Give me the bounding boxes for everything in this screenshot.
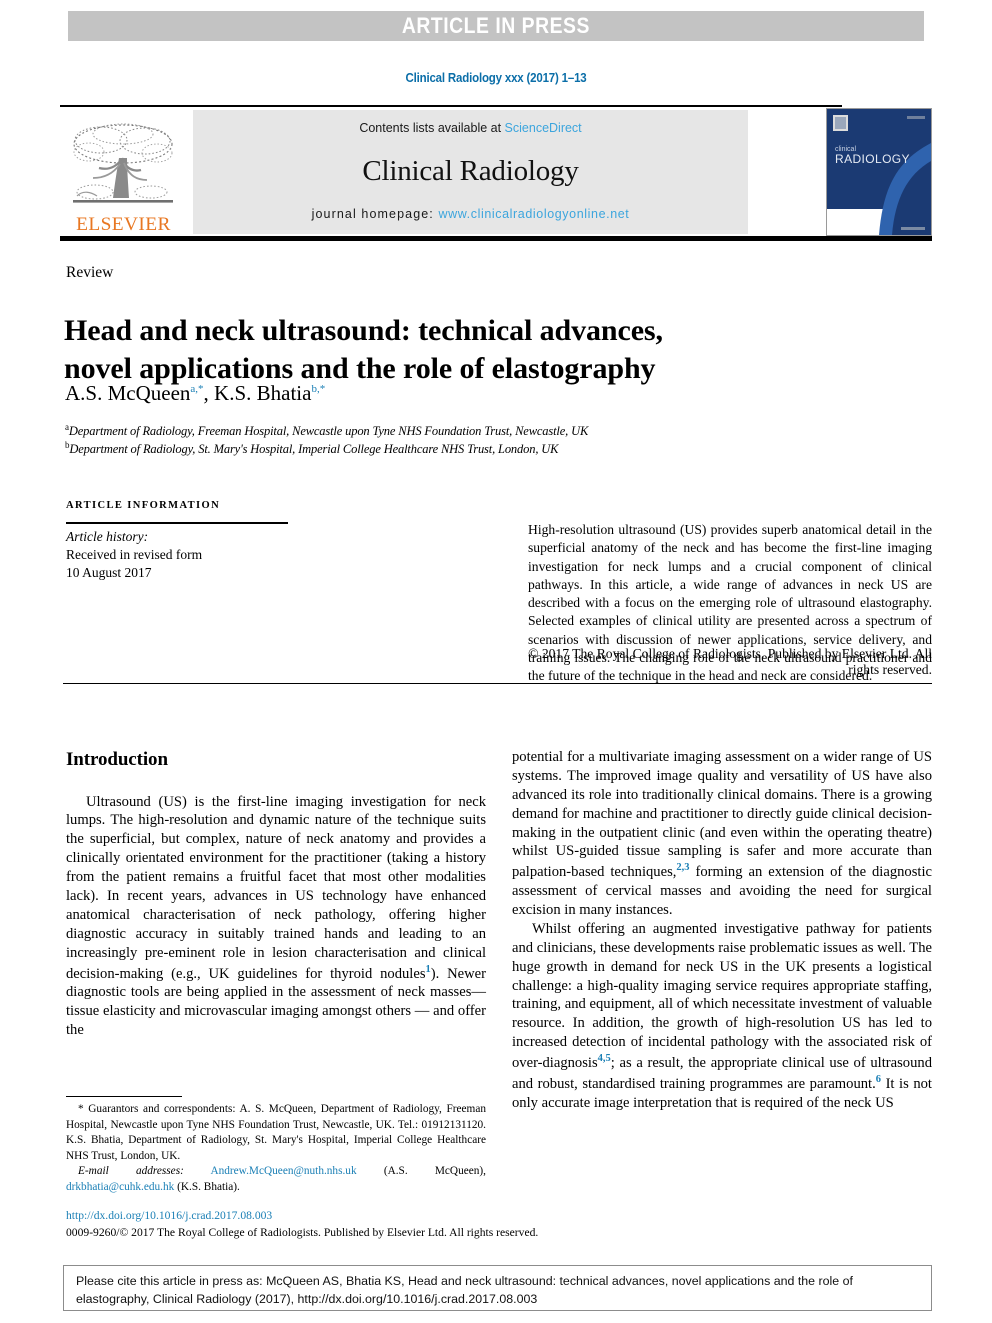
journal-homepage-line: journal homepage: www.clinicalradiologyo… bbox=[312, 207, 630, 221]
email-owner-bhatia: (K.S. Bhatia). bbox=[174, 1180, 240, 1193]
masthead-top-rule bbox=[60, 105, 842, 107]
paragraph-right-2: Whilst offering an augmented investigati… bbox=[512, 920, 932, 1113]
affiliation-a: aDepartment of Radiology, Freeman Hospit… bbox=[65, 422, 588, 439]
journal-masthead: ELSEVIER Contents lists available at Sci… bbox=[60, 105, 932, 241]
abstract-bottom-rule bbox=[63, 683, 932, 684]
contents-available-line: Contents lists available at ScienceDirec… bbox=[359, 121, 581, 135]
article-history-date: 10 August 2017 bbox=[66, 564, 152, 580]
doi-link[interactable]: http://dx.doi.org/10.1016/j.crad.2017.08… bbox=[66, 1209, 272, 1222]
footnote-rule bbox=[66, 1096, 182, 1097]
article-history-received: Received in revised form bbox=[66, 546, 203, 562]
email-owner-mcqueen: (A.S. McQueen), bbox=[356, 1165, 486, 1178]
paper-page: ARTICLE IN PRESS Clinical Radiology xxx … bbox=[0, 0, 992, 1323]
homepage-prefix: journal homepage: bbox=[311, 207, 439, 221]
paragraph-right-2-part-a: Whilst offering an augmented investigati… bbox=[512, 920, 932, 1071]
journal-title: Clinical Radiology bbox=[362, 154, 579, 187]
footnote-correspondence-text: Guarantors and correspondents: A. S. McQ… bbox=[66, 1103, 486, 1162]
contents-panel: Contents lists available at ScienceDirec… bbox=[193, 110, 748, 234]
journal-homepage-link[interactable]: www.clinicalradiologyonline.net bbox=[438, 207, 629, 221]
citation-ref-2-3[interactable]: 2,3 bbox=[676, 862, 689, 873]
paragraph-left-1: Ultrasound (US) is the first-line imagin… bbox=[66, 793, 486, 1040]
body-column-right: potential for a multivariate imaging ass… bbox=[512, 748, 932, 1113]
footnote-block: * Guarantors and correspondents: A. S. M… bbox=[66, 1102, 486, 1195]
elsevier-logo: ELSEVIER bbox=[60, 110, 186, 234]
article-history-label: Article history: bbox=[66, 529, 149, 544]
paragraph-right-1-part-a: potential for a multivariate imaging ass… bbox=[512, 749, 932, 881]
author-1-affiliation-marker[interactable]: a, bbox=[190, 383, 198, 395]
paragraph-right-1: potential for a multivariate imaging ass… bbox=[512, 748, 932, 920]
author-1-name: A.S. McQueen bbox=[65, 381, 191, 405]
author-separator: , bbox=[203, 381, 215, 405]
sciencedirect-link[interactable]: ScienceDirect bbox=[505, 121, 582, 135]
author-list: A.S. McQueena,*, K.S. Bhatiab,* bbox=[65, 381, 325, 406]
issn-copyright-line: 0009-9260/© 2017 The Royal College of Ra… bbox=[66, 1226, 539, 1239]
footnote-correspondence: * Guarantors and correspondents: A. S. M… bbox=[66, 1102, 486, 1164]
affiliation-b: bDepartment of Radiology, St. Mary's Hos… bbox=[65, 440, 559, 457]
cover-artwork: clinical RADIOLOGY bbox=[827, 109, 931, 235]
page-title: Head and neck ultrasound: technical adva… bbox=[64, 312, 764, 388]
article-information-rule bbox=[66, 522, 288, 524]
footnote-emails: E-mail addresses: Andrew.McQueen@nuth.nh… bbox=[66, 1164, 486, 1195]
article-type-label: Review bbox=[66, 264, 114, 281]
section-heading-introduction: Introduction bbox=[66, 749, 168, 770]
article-in-press-label: ARTICLE IN PRESS bbox=[401, 13, 591, 38]
email-link-bhatia[interactable]: drkbhatia@cuhk.edu.hk bbox=[66, 1181, 174, 1193]
email-addresses-label: E-mail addresses: bbox=[78, 1165, 184, 1178]
abstract-copyright: © 2017 The Royal College of Radiologists… bbox=[528, 646, 932, 677]
affiliation-a-text: Department of Radiology, Freeman Hospita… bbox=[68, 424, 589, 439]
journal-cover-thumbnail: clinical RADIOLOGY bbox=[826, 108, 932, 236]
contents-prefix: Contents lists available at bbox=[359, 121, 505, 135]
cite-this-article-box: Please cite this article in press as: Mc… bbox=[63, 1265, 932, 1311]
author-2-corresponding-marker[interactable]: * bbox=[320, 383, 326, 395]
email-link-mcqueen[interactable]: Andrew.McQueen@nuth.nhs.uk bbox=[210, 1165, 356, 1177]
article-history-block: Article history: Received in revised for… bbox=[66, 528, 296, 582]
masthead-bottom-rule bbox=[60, 236, 932, 241]
title-line-1: Head and neck ultrasound: technical adva… bbox=[64, 314, 663, 348]
author-2-name: K.S. Bhatia bbox=[214, 381, 312, 405]
affiliation-b-text: Department of Radiology, St. Mary's Hosp… bbox=[69, 442, 559, 457]
article-information-heading: ARTICLE INFORMATION bbox=[66, 500, 221, 511]
svg-text:RADIOLOGY: RADIOLOGY bbox=[835, 152, 910, 166]
elsevier-wordmark: ELSEVIER bbox=[75, 214, 171, 235]
running-head: Clinical Radiology xxx (2017) 1–13 bbox=[405, 71, 587, 85]
article-in-press-banner: ARTICLE IN PRESS bbox=[68, 11, 924, 41]
elsevier-tree-icon bbox=[73, 123, 173, 203]
author-2-affiliation-marker[interactable]: b, bbox=[311, 383, 319, 395]
paragraph-left-1-part-a: Ultrasound (US) is the first-line imagin… bbox=[66, 793, 486, 982]
body-column-left: Introduction Ultrasound (US) is the firs… bbox=[66, 748, 486, 1040]
citation-ref-4-5[interactable]: 4,5 bbox=[598, 1053, 611, 1064]
